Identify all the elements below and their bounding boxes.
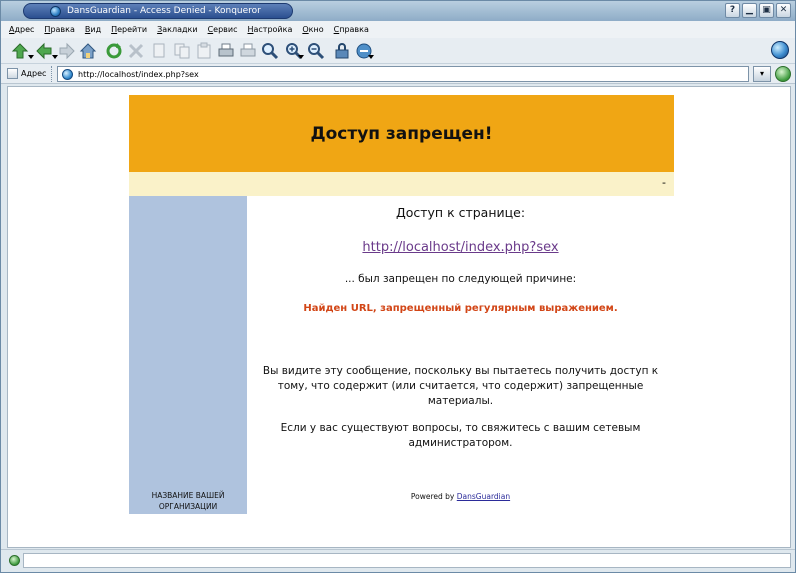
help-button[interactable]: ? — [725, 3, 740, 18]
find-icon[interactable] — [261, 42, 279, 60]
konqueror-throbber-icon — [771, 41, 789, 59]
url-history-dropdown[interactable]: ▾ — [753, 66, 771, 82]
cut-icon[interactable] — [151, 42, 169, 60]
status-bar — [1, 549, 795, 572]
location-bar: Адрес http://localhost/index.php?sex ▾ — [1, 64, 795, 84]
location-label-group: Адрес — [7, 68, 46, 79]
explanation-text: Вы видите эту сообщение, поскольку вы пы… — [262, 365, 659, 407]
powered-by: Powered by DansGuardian — [247, 492, 674, 501]
url-field[interactable]: http://localhost/index.php?sex — [57, 66, 749, 82]
zoom-in-dropdown-icon[interactable] — [298, 55, 304, 59]
reload-icon[interactable] — [105, 42, 123, 60]
back-icon[interactable] — [35, 42, 53, 60]
go-button[interactable] — [775, 66, 791, 82]
window-title: DansGuardian - Access Denied - Konqueror — [67, 6, 261, 16]
menu-address[interactable]: Адрес — [9, 25, 34, 34]
title-bar[interactable]: DansGuardian - Access Denied - Konqueror… — [1, 1, 795, 21]
copy-icon[interactable] — [173, 42, 191, 60]
menu-tools[interactable]: Сервис — [208, 25, 238, 34]
page-subheader: - — [129, 172, 674, 196]
blocked-url-link[interactable]: http://localhost/index.php?sex — [362, 240, 558, 255]
minimize-button[interactable]: ▁ — [742, 3, 757, 18]
forward-icon[interactable] — [58, 42, 76, 60]
access-to-label: Доступ к странице: — [395, 205, 526, 220]
print-icon[interactable] — [217, 42, 235, 60]
block-reason: Найден URL, запрещенный регулярным выраж… — [303, 303, 618, 314]
maximize-button[interactable]: ▣ — [759, 3, 774, 18]
menu-help[interactable]: Справка — [334, 25, 369, 34]
menu-view[interactable]: Вид — [85, 25, 101, 34]
stop-icon[interactable] — [127, 42, 145, 60]
title-pill[interactable]: DansGuardian - Access Denied - Konqueror — [23, 3, 293, 19]
status-indicator-icon — [9, 555, 20, 566]
page-heading: Доступ запрещен! — [310, 123, 493, 144]
url-text[interactable]: http://localhost/index.php?sex — [78, 70, 199, 79]
org-sidebar: НАЗВАНИЕ ВАШЕЙ ОРГАНИЗАЦИИ — [129, 196, 247, 514]
up-dropdown-icon[interactable] — [28, 55, 34, 59]
page-body: НАЗВАНИЕ ВАШЕЙ ОРГАНИЗАЦИИ Доступ к стра… — [129, 196, 674, 514]
view-dropdown-icon[interactable] — [368, 55, 374, 59]
organization-name: НАЗВАНИЕ ВАШЕЙ ОРГАНИЗАЦИИ — [151, 491, 225, 511]
menu-window[interactable]: Окно — [302, 25, 323, 34]
print-frame-icon[interactable] — [239, 42, 257, 60]
paste-icon[interactable] — [195, 42, 213, 60]
menu-bar: Адрес Правка Вид Перейти Закладки Сервис… — [1, 21, 795, 38]
toolbar-handle[interactable] — [51, 66, 55, 82]
main-toolbar — [1, 38, 795, 64]
contact-text: Если у вас существуют вопросы, то свяжит… — [280, 422, 641, 449]
status-text — [23, 553, 791, 568]
page-viewport[interactable]: Доступ запрещен! - НАЗВАНИЕ ВАШЕЙ ОРГАНИ… — [7, 86, 791, 548]
home-icon[interactable] — [79, 42, 97, 60]
zoom-out-icon[interactable] — [307, 42, 325, 60]
dansguardian-block-page: Доступ запрещен! - НАЗВАНИЕ ВАШЕЙ ОРГАНИ… — [129, 95, 674, 514]
close-button[interactable]: ✕ — [776, 3, 791, 18]
up-icon[interactable] — [11, 42, 29, 60]
menu-settings[interactable]: Настройка — [247, 25, 292, 34]
window-controls: ? ▁ ▣ ✕ — [725, 3, 791, 18]
dansguardian-link[interactable]: DansGuardian — [457, 492, 510, 501]
menu-bookmarks[interactable]: Закладки — [157, 25, 197, 34]
browser-window: DansGuardian - Access Denied - Konqueror… — [0, 0, 796, 573]
reason-intro: ... был запрещен по следующей причине: — [344, 273, 577, 285]
clear-location-icon[interactable] — [7, 68, 18, 79]
page-main: Доступ к странице: http://localhost/inde… — [247, 196, 674, 514]
menu-edit[interactable]: Правка — [44, 25, 74, 34]
powered-by-label: Powered by — [410, 492, 455, 501]
konqueror-globe-icon — [50, 5, 61, 17]
page-header: Доступ запрещен! — [129, 95, 674, 172]
security-icon[interactable] — [333, 42, 351, 60]
favicon-icon — [62, 68, 73, 80]
location-label: Адрес — [21, 69, 47, 78]
menu-go[interactable]: Перейти — [111, 25, 147, 34]
